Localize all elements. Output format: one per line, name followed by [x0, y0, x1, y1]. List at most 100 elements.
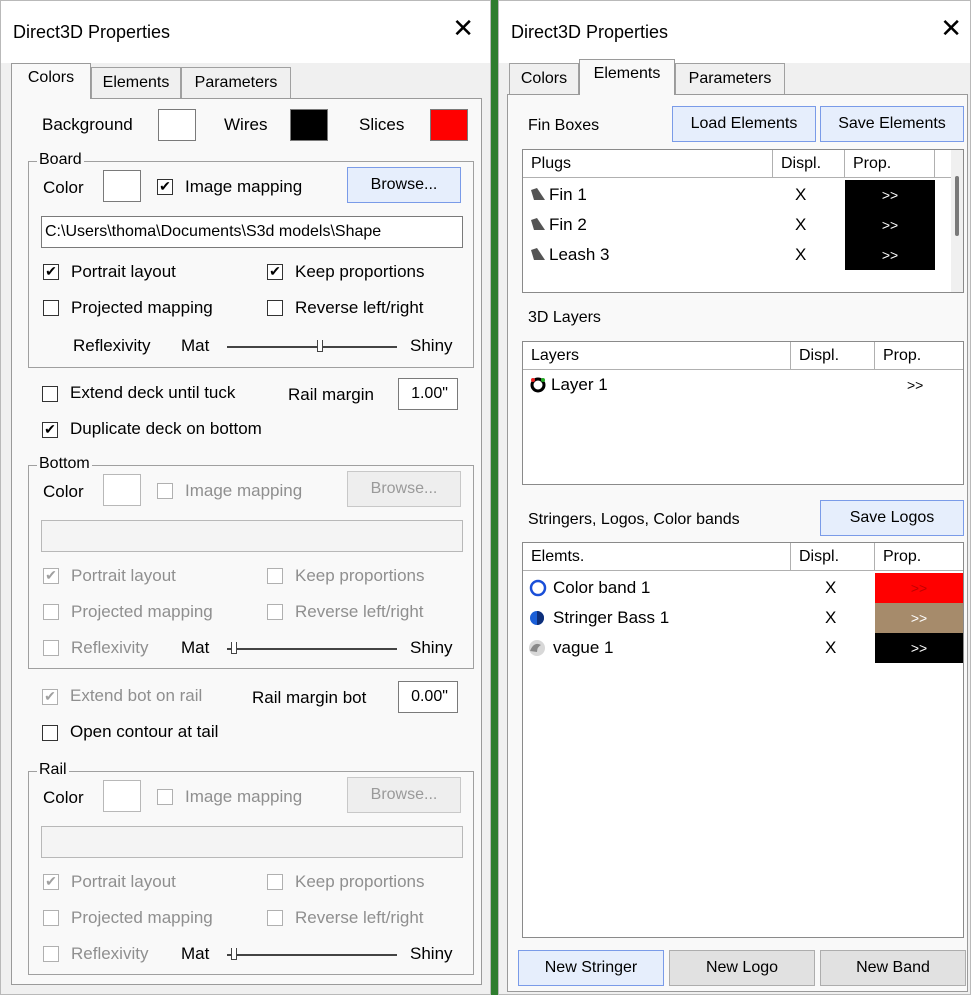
elements-panel: Fin Boxes Load Elements Save Elements Pl…	[507, 94, 968, 992]
bottom-browse-button[interactable]: Browse...	[347, 471, 461, 507]
bottom-reflexivity-slider[interactable]	[227, 648, 397, 650]
element-displ[interactable]: X	[825, 603, 836, 633]
element-displ[interactable]: X	[825, 573, 836, 603]
bottom-image-mapping-checkbox[interactable]	[157, 483, 173, 499]
rail-browse-button[interactable]: Browse...	[347, 777, 461, 813]
bottom-projected-checkbox[interactable]	[43, 604, 59, 620]
element-row[interactable]: Stringer Bass 1 X >>	[523, 603, 963, 633]
save-elements-button[interactable]: Save Elements	[820, 106, 964, 142]
scrollbar-thumb[interactable]	[955, 176, 959, 236]
element-prop-button[interactable]: >>	[875, 633, 963, 663]
fin-list-scrollbar[interactable]	[951, 150, 963, 292]
colors-panel: Background Wires Slices Board Color ✔ Im…	[11, 98, 482, 985]
board-browse-button[interactable]: Browse...	[347, 167, 461, 203]
col-layers[interactable]: Layers	[523, 342, 791, 370]
rail-reflexivity-checkbox[interactable]	[43, 946, 59, 962]
rail-portrait-label: Portrait layout	[71, 872, 176, 891]
col-prop[interactable]: Prop.	[875, 543, 963, 571]
save-logos-button[interactable]: Save Logos	[820, 500, 964, 536]
col-elemts[interactable]: Elemts.	[523, 543, 791, 571]
fin-row[interactable]: Fin 2 X >>	[523, 210, 935, 240]
fin-prop-button[interactable]: >>	[845, 180, 935, 210]
rail-reflexivity-slider[interactable]	[227, 954, 397, 956]
tab-colors[interactable]: Colors	[11, 63, 91, 99]
board-projected-label: Projected mapping	[71, 298, 213, 317]
rail-reflexivity-thumb[interactable]	[231, 948, 237, 960]
tab-parameters[interactable]: Parameters	[181, 67, 291, 99]
tab-parameters[interactable]: Parameters	[675, 63, 785, 95]
board-keep-proportions-checkbox[interactable]: ✔	[267, 264, 283, 280]
extend-bot-checkbox[interactable]: ✔	[42, 689, 58, 705]
element-name: Stringer Bass 1	[553, 608, 670, 627]
board-color-swatch[interactable]	[103, 170, 141, 202]
open-contour-checkbox[interactable]	[42, 725, 58, 741]
rail-image-path-input[interactable]	[41, 826, 463, 858]
element-row[interactable]: Color band 1 X >>	[523, 573, 963, 603]
background-color-swatch[interactable]	[158, 109, 196, 141]
rail-projected-checkbox[interactable]	[43, 910, 59, 926]
rail-keep-proportions-checkbox[interactable]	[267, 874, 283, 890]
wires-color-swatch[interactable]	[290, 109, 328, 141]
bottom-portrait-checkbox[interactable]: ✔	[43, 568, 59, 584]
bottom-image-path-input[interactable]	[41, 520, 463, 552]
col-plugs[interactable]: Plugs	[523, 150, 773, 178]
element-prop-button[interactable]: >>	[875, 603, 963, 633]
board-image-path-input[interactable]: C:\Users\thoma\Documents\S3d models\Shap…	[41, 216, 463, 248]
load-elements-button[interactable]: Load Elements	[672, 106, 816, 142]
fin-displ[interactable]: X	[795, 240, 806, 270]
fin-row[interactable]: Leash 3 X >>	[523, 240, 935, 270]
duplicate-deck-checkbox[interactable]: ✔	[42, 422, 58, 438]
tab-elements[interactable]: Elements	[579, 59, 675, 95]
col-prop[interactable]: Prop.	[875, 342, 963, 370]
bottom-reverse-checkbox[interactable]	[267, 604, 283, 620]
elements-list[interactable]: Elemts. Displ. Prop. Color band 1 X >> S…	[522, 542, 964, 938]
element-prop-button[interactable]: >>	[875, 573, 963, 603]
board-reverse-checkbox[interactable]	[267, 300, 283, 316]
board-portrait-checkbox[interactable]: ✔	[43, 264, 59, 280]
col-prop[interactable]: Prop.	[845, 150, 935, 178]
fin-boxes-list[interactable]: Plugs Displ. Prop. Fin 1 X >> Fin 2 X >>…	[522, 149, 964, 293]
tab-elements[interactable]: Elements	[91, 67, 181, 99]
fin-prop-button[interactable]: >>	[845, 240, 935, 270]
layer-row[interactable]: Layer 1 >>	[523, 370, 963, 400]
rail-reverse-checkbox[interactable]	[267, 910, 283, 926]
bottom-color-swatch[interactable]	[103, 474, 141, 506]
fin-prop-button[interactable]: >>	[845, 210, 935, 240]
board-reflexivity-thumb[interactable]	[317, 340, 323, 352]
new-logo-button[interactable]: New Logo	[669, 950, 815, 986]
fin-row[interactable]: Fin 1 X >>	[523, 180, 935, 210]
fin-list-header: Plugs Displ. Prop.	[523, 150, 951, 178]
rail-margin-bot-input[interactable]: 0.00"	[398, 681, 458, 713]
title-bar: Direct3D Properties ✕	[1, 1, 490, 63]
rail-image-mapping-checkbox[interactable]	[157, 789, 173, 805]
board-projected-checkbox[interactable]	[43, 300, 59, 316]
element-row[interactable]: vague 1 X >>	[523, 633, 963, 663]
bottom-reflexivity-thumb[interactable]	[231, 642, 237, 654]
rail-margin-input[interactable]: 1.00"	[398, 378, 458, 410]
dialog-title: Direct3D Properties	[511, 22, 669, 42]
bottom-reflexivity-checkbox[interactable]	[43, 640, 59, 656]
tab-colors[interactable]: Colors	[509, 63, 579, 95]
fin-boxes-label: Fin Boxes	[528, 117, 600, 134]
close-icon[interactable]: ✕	[940, 15, 962, 41]
bottom-keep-proportions-checkbox[interactable]	[267, 568, 283, 584]
fin-displ[interactable]: X	[795, 210, 806, 240]
fin-icon	[531, 218, 545, 230]
layers-list[interactable]: Layers Displ. Prop. Layer 1 >>	[522, 341, 964, 485]
layer-prop-button[interactable]: >>	[907, 370, 923, 400]
close-icon[interactable]: ✕	[452, 15, 474, 41]
rail-portrait-checkbox[interactable]: ✔	[43, 874, 59, 890]
background-label: Background	[42, 115, 133, 134]
board-reflexivity-slider[interactable]	[227, 346, 397, 348]
new-band-button[interactable]: New Band	[820, 950, 966, 986]
extend-deck-checkbox[interactable]	[42, 386, 58, 402]
col-displ[interactable]: Displ.	[791, 543, 875, 571]
rail-color-swatch[interactable]	[103, 780, 141, 812]
slices-color-swatch[interactable]	[430, 109, 468, 141]
element-displ[interactable]: X	[825, 633, 836, 663]
col-displ[interactable]: Displ.	[773, 150, 845, 178]
board-image-mapping-checkbox[interactable]: ✔	[157, 179, 173, 195]
fin-displ[interactable]: X	[795, 180, 806, 210]
col-displ[interactable]: Displ.	[791, 342, 875, 370]
new-stringer-button[interactable]: New Stringer	[518, 950, 664, 986]
